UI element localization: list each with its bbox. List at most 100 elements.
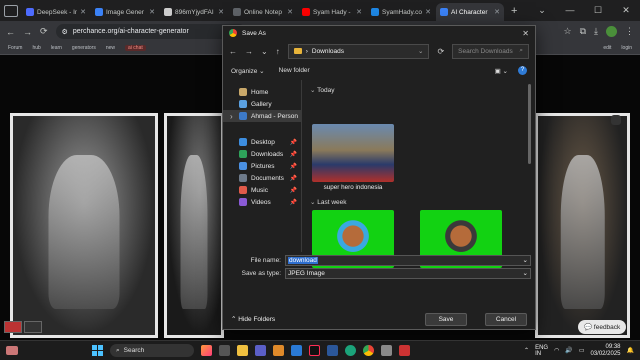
start-icon[interactable] [92, 345, 103, 356]
avatar[interactable] [606, 26, 617, 37]
widgets-icon[interactable] [201, 345, 212, 356]
bookmark-generators[interactable]: generators [72, 45, 96, 51]
sidebar-item-documents[interactable]: Documents 📌 [223, 172, 301, 184]
tab-actions-icon[interactable] [4, 5, 18, 17]
chevron-down-icon[interactable]: ⌄ [261, 47, 268, 56]
view-icon[interactable]: ▣ ⌄ [495, 67, 508, 75]
minimize-button[interactable]: — [556, 0, 584, 21]
bookmark-ai-chat[interactable]: ai chat [125, 45, 146, 51]
sidebar-item-videos[interactable]: Videos 📌 [223, 196, 301, 208]
chevron-down-icon[interactable]: ⌄ [523, 256, 528, 264]
save-button[interactable]: Save [425, 312, 467, 326]
browser-tab[interactable]: Online Notep ✕ [229, 3, 297, 21]
bookmark-learn[interactable]: learn [51, 45, 62, 51]
chrome-icon[interactable] [363, 345, 374, 356]
character-image-2[interactable] [164, 113, 224, 338]
bookmark-forum[interactable]: Forum [8, 45, 22, 51]
tool-button[interactable] [4, 321, 22, 333]
volume-icon[interactable]: 🔊 [565, 347, 572, 354]
bookmark-new[interactable]: new [106, 45, 115, 51]
tab-close-icon[interactable]: ✕ [425, 8, 431, 16]
image-menu-icon[interactable] [611, 115, 621, 125]
taskbar-search[interactable]: ⌕ Search [110, 344, 194, 357]
sidebar-item-downloads[interactable]: Downloads 📌 [223, 148, 301, 160]
up-icon[interactable]: ↑ [276, 47, 280, 56]
store-icon[interactable] [291, 345, 302, 356]
wifi-icon[interactable]: ◠ [554, 347, 559, 354]
reload-icon[interactable]: ⟳ [40, 26, 48, 37]
sidebar-label: Music [251, 186, 268, 194]
search-input[interactable]: Search Downloads ⌕ [452, 43, 529, 59]
group-last-week[interactable]: Last week [310, 198, 346, 206]
close-window-button[interactable]: ✕ [612, 0, 640, 21]
browser-tab[interactable]: 896mYjydFAI ✕ [160, 3, 228, 21]
tiktok-icon[interactable] [309, 345, 320, 356]
maximize-button[interactable]: ☐ [584, 0, 612, 21]
paint-icon[interactable] [273, 345, 284, 356]
sidebar-item-home[interactable]: Home [223, 86, 301, 98]
tab-close-icon[interactable]: ✕ [218, 8, 224, 16]
star-icon[interactable]: ☆ [564, 26, 572, 37]
new-folder-button[interactable]: New folder [279, 67, 310, 74]
download-icon[interactable]: ⤓ [594, 26, 598, 37]
site-info-icon[interactable]: ⚙ [62, 28, 68, 36]
tool-button[interactable] [24, 321, 42, 333]
character-image-3[interactable] [535, 113, 630, 338]
tab-close-icon[interactable]: ✕ [287, 8, 293, 16]
sidebar-item-onedrive[interactable]: Ahmad - Person [223, 110, 301, 122]
file-name-field[interactable]: download ⌄ [285, 254, 531, 266]
breadcrumb[interactable]: › Downloads ⌄ [287, 43, 430, 59]
notification-icon[interactable]: 🔔 [627, 347, 634, 354]
edge-icon[interactable] [345, 345, 356, 356]
sidebar-item-music[interactable]: Music 📌 [223, 184, 301, 196]
tab-close-icon[interactable]: ✕ [80, 8, 86, 16]
app-icon[interactable] [399, 345, 410, 356]
menu-icon[interactable]: ⋮ [625, 26, 634, 37]
refresh-icon[interactable]: ⟳ [437, 47, 444, 56]
word-icon[interactable] [327, 345, 338, 356]
help-icon[interactable]: ? [518, 66, 527, 75]
back-icon[interactable]: ← [6, 27, 15, 37]
organize-button[interactable]: Organize ⌄ [231, 67, 265, 75]
clock[interactable]: 09:38 03/02/2025 [590, 344, 620, 358]
browser-tab[interactable]: Image Gener ✕ [91, 3, 159, 21]
bookmark-edit[interactable]: edit [603, 45, 611, 51]
tab-close-icon[interactable]: ✕ [494, 8, 500, 16]
task-view-icon[interactable] [219, 345, 230, 356]
feedback-button[interactable]: 💬 feedback [578, 320, 627, 334]
forward-icon[interactable]: → [23, 27, 32, 37]
scrollbar[interactable] [528, 84, 531, 164]
browser-tab[interactable]: DeepSeek - In ✕ [22, 3, 90, 21]
chevron-down-icon[interactable]: ⌄ [418, 47, 423, 55]
back-icon[interactable]: ← [229, 47, 237, 56]
app-icon[interactable] [381, 345, 392, 356]
group-today[interactable]: Today [310, 86, 334, 94]
sidebar-item-gallery[interactable]: Gallery [223, 98, 301, 110]
chevron-down-icon[interactable]: ⌄ [528, 0, 556, 21]
character-image-1[interactable] [10, 113, 158, 338]
bookmark-login[interactable]: login [621, 45, 632, 51]
cancel-button[interactable]: Cancel [485, 312, 527, 326]
browser-tab[interactable]: Syam Hady - ✕ [298, 3, 366, 21]
chevron-up-icon[interactable]: ⌃ [524, 347, 529, 354]
forward-icon[interactable]: → [245, 47, 253, 56]
close-icon[interactable]: ✕ [522, 29, 529, 38]
tab-close-icon[interactable]: ✕ [356, 8, 362, 16]
browser-tab[interactable]: SyamHady.co ✕ [367, 3, 435, 21]
sidebar-item-desktop[interactable]: Desktop 📌 [223, 136, 301, 148]
browser-tab[interactable]: AI Character ✕ [436, 3, 504, 21]
file-item[interactable]: super hero indonesia [312, 124, 394, 191]
battery-icon[interactable]: ▭ [579, 347, 585, 354]
omnibox[interactable]: ⚙ perchance.org/ai-character-generator [55, 24, 246, 39]
file-explorer-icon[interactable] [237, 345, 248, 356]
bookmark-hub[interactable]: hub [32, 45, 40, 51]
language-indicator[interactable]: ENG IN [535, 345, 548, 357]
tab-close-icon[interactable]: ✕ [149, 8, 155, 16]
teams-icon[interactable] [255, 345, 266, 356]
new-tab-button[interactable]: + [511, 5, 517, 17]
hide-folders-button[interactable]: ⌃ Hide Folders [231, 315, 275, 323]
extensions-icon[interactable]: ⧉ [580, 26, 586, 37]
sidebar-item-pictures[interactable]: Pictures 📌 [223, 160, 301, 172]
save-type-select[interactable]: JPEG Image ⌄ [285, 267, 531, 279]
weather-icon[interactable] [6, 346, 18, 355]
